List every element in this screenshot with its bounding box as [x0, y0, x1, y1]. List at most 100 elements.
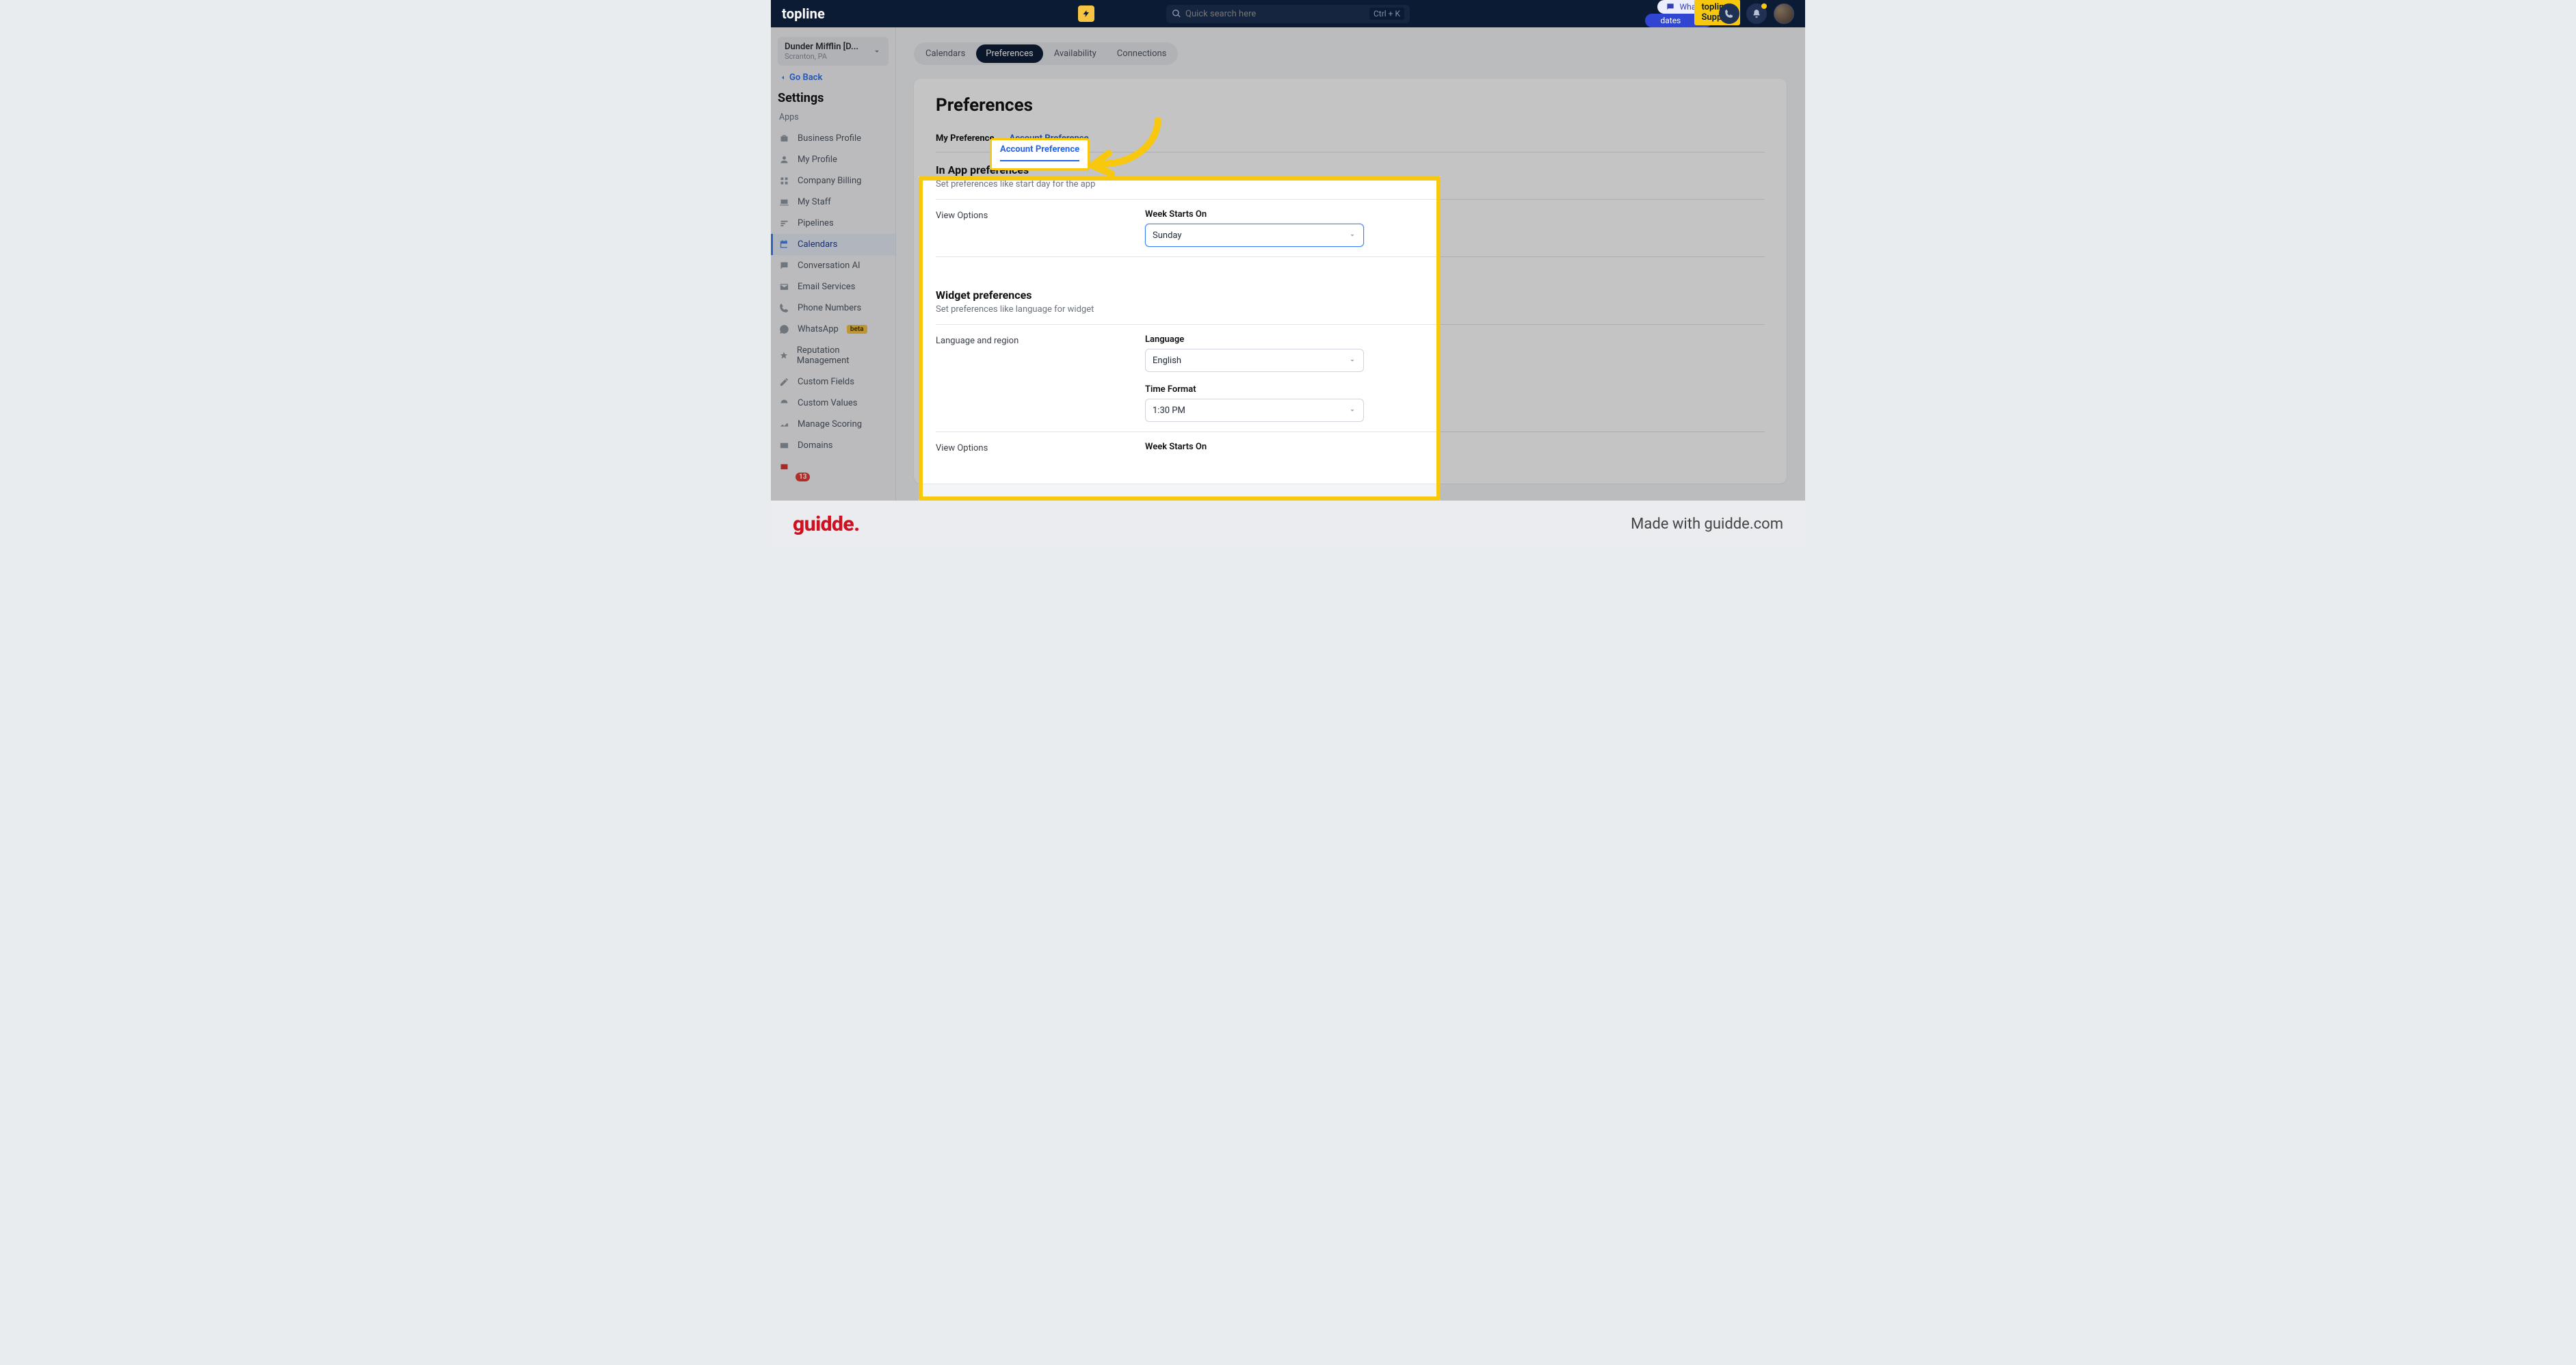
sidebar-item-manage-scoring[interactable]: Manage Scoring: [771, 414, 895, 435]
field-label: Language: [1145, 334, 1432, 345]
notif-badge: 13: [796, 473, 810, 481]
sidebar-item-reputation-management[interactable]: Reputation Management: [771, 340, 895, 371]
sidebar-item-pipelines[interactable]: Pipelines: [771, 213, 895, 234]
bell-icon: [1752, 9, 1761, 18]
sidebar-item-label: Domains: [798, 440, 832, 451]
sidebar-item-label: Company Billing: [798, 176, 861, 186]
pref-desc: Set preferences like language for widget: [936, 304, 1765, 315]
select-value: English: [1153, 356, 1181, 366]
sidebar-item-label: My Profile: [798, 155, 837, 165]
guidde-logo: guidde.: [793, 512, 860, 536]
row-label: View Options: [936, 442, 1145, 456]
main-tab-calendars[interactable]: Calendars: [916, 44, 975, 63]
app-root: topline Ctrl + K What's dates topline Su…: [771, 0, 1805, 548]
main-tab-availability[interactable]: Availability: [1044, 44, 1106, 63]
bell-button[interactable]: [1746, 3, 1767, 24]
sidebar-item-phone-numbers[interactable]: Phone Numbers: [771, 297, 895, 319]
account-name: Dunder Mifflin [D...: [785, 42, 858, 52]
pref-heading: Widget preferences: [936, 289, 1765, 302]
flash-button[interactable]: [1078, 5, 1094, 22]
chevron-down-icon: [872, 47, 882, 56]
beta-badge: beta: [847, 325, 867, 334]
search-input[interactable]: [1181, 8, 1369, 21]
topbar: topline Ctrl + K What's dates topline Su…: [771, 0, 1805, 27]
sidebar-item-my-staff[interactable]: My Staff: [771, 191, 895, 213]
sidebar-nav: Business Profile My Profile Company Billin…: [771, 128, 895, 477]
select-value: Sunday: [1153, 230, 1182, 241]
select-time-format[interactable]: 1:30 PM: [1145, 399, 1364, 422]
select-week-starts-on[interactable]: Sunday: [1145, 224, 1364, 247]
updates-label: dates: [1660, 16, 1681, 25]
sidebar-item-label: My Staff: [798, 197, 831, 207]
sidebar-item-whatsapp[interactable]: WhatsApp beta: [771, 319, 895, 340]
chat-icon: [1666, 2, 1675, 12]
highlight-tab-box: Account Preference: [990, 138, 1090, 170]
sidebar-item-label: Custom Values: [798, 398, 858, 408]
page-title: Preferences: [936, 95, 1765, 116]
sidebar-item-label: Custom Fields: [798, 377, 854, 387]
sidebar-item-label: Phone Numbers: [798, 303, 861, 313]
pref-row: View OptionsWeek Starts On Sunday: [936, 209, 1765, 247]
field-label: Week Starts On: [1145, 442, 1432, 452]
topbar-right: What's dates topline Support: [1657, 0, 1794, 27]
pref-row: Language and regionLanguage English Time F…: [936, 334, 1765, 422]
go-back-label: Go Back: [789, 72, 822, 83]
phone-icon: [1724, 9, 1734, 18]
sidebar-item-company-billing[interactable]: Company Billing: [771, 170, 895, 191]
sidebar-item-label: Pipelines: [798, 218, 834, 228]
field-label: Week Starts On: [1145, 209, 1432, 220]
avatar[interactable]: [1774, 3, 1794, 24]
chevron-down-icon: [1348, 356, 1356, 365]
sidebar-item-label: Manage Scoring: [798, 419, 862, 429]
sidebar-item-label: Reputation Management: [797, 345, 887, 366]
sidebar-item-my-profile[interactable]: My Profile: [771, 149, 895, 170]
row-label: Language and region: [936, 334, 1145, 422]
select-value: 1:30 PM: [1153, 406, 1185, 416]
pref-block: In App preferencesSet preferences like s…: [936, 153, 1765, 278]
pref-block: Widget preferences Set preferences like l…: [936, 278, 1765, 467]
tab-my-preference[interactable]: My Preference: [936, 133, 994, 152]
select-language[interactable]: English: [1145, 349, 1364, 372]
sidebar-item-conversation-ai[interactable]: Conversation AI: [771, 255, 895, 276]
main-area: CalendarsPreferencesAvailabilityConnecti…: [896, 27, 1805, 548]
main-tab-connections[interactable]: Connections: [1107, 44, 1177, 63]
main-tab-preferences[interactable]: Preferences: [976, 44, 1042, 63]
brand-logo: topline: [782, 5, 825, 22]
sidebar-item-domains[interactable]: Domains: [771, 435, 895, 456]
phone-button[interactable]: [1719, 3, 1739, 24]
bell-dot-icon: [1761, 3, 1767, 9]
pref-row: View OptionsWeek Starts On: [936, 442, 1765, 456]
sidebar-item-label: Email Services: [798, 282, 855, 292]
sidebar-title: Settings: [778, 91, 889, 105]
sidebar: Dunder Mifflin [D... Scranton, PA Go Bac…: [771, 27, 896, 548]
bolt-icon: [1082, 10, 1090, 18]
footer: guidde. Made with guidde.com: [771, 501, 1805, 548]
sidebar-item-custom-fields[interactable]: Custom Fields: [771, 371, 895, 393]
account-location: Scranton, PA: [785, 52, 858, 61]
field-label: Time Format: [1145, 384, 1432, 395]
chevron-down-icon: [1348, 406, 1356, 414]
account-switcher[interactable]: Dunder Mifflin [D... Scranton, PA: [778, 37, 889, 66]
annotation-arrow-icon: [1083, 115, 1172, 176]
sidebar-item-more[interactable]: 13: [771, 456, 895, 477]
pref-desc: Set preferences like start day for the a…: [936, 179, 1765, 189]
search-icon: [1172, 9, 1181, 18]
chevron-down-icon: [1348, 231, 1356, 239]
sidebar-item-label: Calendars: [798, 239, 837, 250]
highlighted-tab-label: Account Preference: [1000, 144, 1079, 161]
sidebar-item-business-profile[interactable]: Business Profile: [771, 128, 895, 149]
sidebar-item-custom-values[interactable]: Custom Values: [771, 393, 895, 414]
search-hint: Ctrl + K: [1369, 8, 1404, 20]
chevron-left-icon: [779, 74, 787, 81]
made-with-label: Made with guidde.com: [1631, 516, 1783, 533]
go-back-link[interactable]: Go Back: [779, 72, 887, 83]
row-label: View Options: [936, 209, 1145, 247]
sidebar-item-calendars[interactable]: Calendars: [771, 234, 895, 255]
sidebar-item-label: Business Profile: [798, 133, 861, 144]
sidebar-item-label: WhatsApp: [798, 324, 839, 334]
global-search[interactable]: Ctrl + K: [1166, 5, 1410, 23]
sidebar-item-label: Conversation AI: [798, 261, 860, 271]
sidebar-item-email-services[interactable]: Email Services: [771, 276, 895, 297]
main-tabs: CalendarsPreferencesAvailabilityConnecti…: [914, 42, 1178, 65]
sidebar-group-label: Apps: [779, 112, 887, 122]
